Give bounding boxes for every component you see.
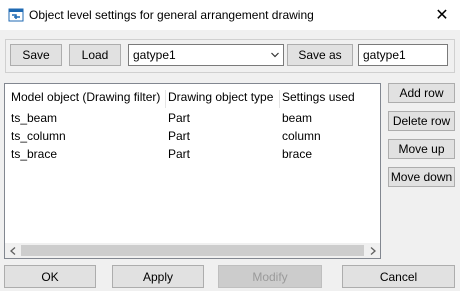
table-header: Model object (Drawing filter) Drawing ob… (5, 88, 365, 108)
cell-drawing-object-type: Part (168, 147, 191, 161)
cell-model-object: ts_brace (11, 147, 58, 161)
modify-button[interactable]: Modify (218, 265, 322, 288)
load-button[interactable]: Load (69, 44, 121, 66)
title-bar[interactable]: Object level settings for general arrang… (0, 0, 460, 30)
column-header-settings-used[interactable]: Settings used (282, 88, 362, 106)
table-row[interactable]: ts_beam Part beam (5, 109, 365, 127)
horizontal-scrollbar[interactable] (5, 243, 380, 258)
window-title: Object level settings for general arrang… (29, 8, 314, 22)
move-up-button[interactable]: Move up (388, 139, 455, 159)
object-settings-table[interactable]: Model object (Drawing filter) Drawing ob… (4, 83, 381, 259)
save-as-name-input[interactable] (358, 44, 448, 66)
move-down-button[interactable]: Move down (388, 167, 455, 187)
table-row[interactable]: ts_column Part column (5, 127, 365, 145)
apply-button[interactable]: Apply (112, 265, 204, 288)
scroll-right-icon[interactable] (365, 243, 380, 258)
cell-model-object: ts_beam (11, 111, 58, 125)
delete-row-button[interactable]: Delete row (388, 111, 455, 131)
cell-settings-used: beam (282, 111, 313, 125)
chevron-down-icon (271, 52, 279, 58)
column-divider[interactable] (165, 90, 166, 108)
column-header-model-object[interactable]: Model object (Drawing filter) (11, 88, 161, 106)
save-as-button[interactable]: Save as (287, 44, 353, 66)
cell-drawing-object-type: Part (168, 111, 191, 125)
settings-toolbar: Save Load gatype1 Save as (5, 39, 455, 73)
scroll-left-icon[interactable] (5, 243, 20, 258)
cell-settings-used: column (282, 129, 321, 143)
cell-model-object: ts_column (11, 129, 66, 143)
cell-settings-used: brace (282, 147, 313, 161)
cancel-button[interactable]: Cancel (342, 265, 455, 288)
settings-file-select-value: gatype1 (133, 48, 176, 62)
add-row-button[interactable]: Add row (388, 83, 455, 103)
table-row[interactable]: ts_brace Part brace (5, 145, 365, 163)
close-icon[interactable]: ✕ (428, 3, 456, 27)
column-header-drawing-object-type[interactable]: Drawing object type (168, 88, 276, 106)
save-button[interactable]: Save (10, 44, 62, 66)
dialog-body: Save Load gatype1 Save as Model object (… (0, 30, 460, 291)
column-divider[interactable] (279, 90, 280, 108)
app-icon (8, 8, 24, 22)
scrollbar-thumb[interactable] (21, 245, 364, 256)
ok-button[interactable]: OK (4, 265, 96, 288)
cell-drawing-object-type: Part (168, 129, 191, 143)
settings-file-select[interactable]: gatype1 (128, 44, 284, 66)
